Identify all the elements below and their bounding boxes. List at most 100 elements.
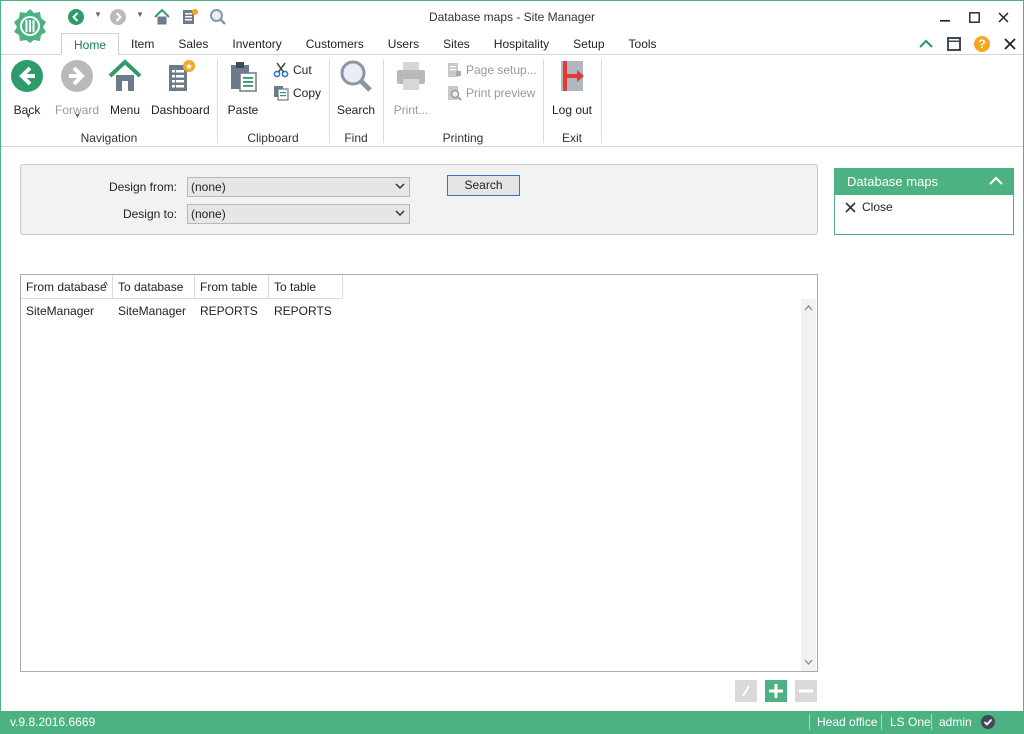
tab-inventory[interactable]: Inventory	[220, 33, 293, 55]
forward-dropdown-icon: ▼	[74, 113, 81, 120]
dashboard-icon: ★	[169, 60, 195, 91]
tab-sales[interactable]: Sales	[166, 33, 220, 55]
copy-button[interactable]: Copy	[273, 83, 321, 103]
page-setup-button: Page setup...	[446, 60, 537, 80]
add-button[interactable]	[765, 680, 787, 702]
paste-label: Paste	[227, 103, 259, 117]
close-icon	[845, 201, 856, 213]
collapse-ribbon-button[interactable]	[916, 34, 936, 54]
group-navigation: Navigation	[80, 131, 138, 145]
status-separator	[881, 714, 882, 730]
pencil-icon	[742, 685, 750, 697]
status-separator	[809, 714, 810, 730]
remove-button	[795, 680, 817, 702]
copy-label: Copy	[293, 86, 322, 100]
scroll-up-icon[interactable]	[804, 305, 813, 311]
group-clipboard: Clipboard	[247, 131, 299, 145]
grid-header: From database ^ To database From table T…	[21, 275, 343, 299]
status-separator	[931, 714, 932, 730]
close-icon	[1004, 38, 1016, 50]
print-preview-button: Print preview	[446, 83, 535, 103]
tab-tools[interactable]: Tools	[617, 33, 669, 55]
restore-layout-button[interactable]	[944, 34, 964, 54]
side-close-label: Close	[862, 200, 893, 214]
design-to-value: (none)	[191, 207, 226, 221]
window-title: Database maps - Site Manager	[428, 10, 596, 24]
side-panel: Database maps Close	[834, 168, 1014, 235]
cut-button[interactable]: Cut	[273, 60, 312, 80]
close-window-button[interactable]	[989, 6, 1017, 28]
design-from-label: Design from:	[108, 180, 177, 194]
magnifier-icon	[340, 60, 372, 92]
sort-ascending-icon: ^	[103, 281, 108, 292]
logout-button[interactable]: Log out	[549, 55, 595, 125]
tab-sites[interactable]: Sites	[431, 33, 482, 55]
logout-icon	[561, 61, 584, 91]
minimize-button[interactable]	[931, 6, 959, 28]
svg-text:★: ★	[185, 63, 193, 73]
tab-setup[interactable]: Setup	[561, 33, 616, 55]
store-name: Head office	[817, 715, 878, 729]
tab-users[interactable]: Users	[376, 33, 431, 55]
maximize-button[interactable]	[960, 6, 988, 28]
cut-label: Cut	[293, 63, 312, 77]
group-printing: Printing	[442, 131, 484, 145]
search-panel: Design from: (none) Design to: (none) Se…	[20, 164, 818, 235]
scroll-down-icon[interactable]	[804, 659, 813, 665]
product-name: LS One	[890, 715, 931, 729]
back-dropdown-icon[interactable]: ▼	[25, 113, 32, 120]
cell-from-database: SiteManager	[26, 304, 95, 318]
connection-check-icon[interactable]	[980, 714, 996, 730]
side-panel-header[interactable]: Database maps	[835, 169, 1013, 195]
close-tab-button[interactable]	[1000, 34, 1020, 54]
design-from-combo[interactable]: (none)	[187, 177, 410, 197]
cell-to-database: SiteManager	[118, 304, 187, 318]
print-button: Print...	[389, 55, 433, 125]
group-separator	[601, 59, 602, 143]
tab-item[interactable]: Item	[119, 33, 166, 55]
database-maps-grid: From database ^ To database From table T…	[20, 274, 818, 672]
chevron-up-icon[interactable]	[989, 176, 1003, 186]
minus-icon	[799, 689, 813, 693]
window-layout-icon	[947, 37, 961, 51]
print-preview-icon	[448, 86, 462, 101]
search-ribbon-label: Search	[336, 103, 376, 117]
tab-customers[interactable]: Customers	[294, 33, 376, 55]
design-to-combo[interactable]: (none)	[187, 204, 410, 224]
dashboard-button[interactable]: ★ Dashboard	[151, 55, 210, 125]
home-icon	[108, 59, 142, 91]
forward-button: Forward ▼	[53, 55, 101, 125]
help-button[interactable]: ?	[972, 34, 992, 54]
design-from-value: (none)	[191, 180, 226, 194]
tab-home[interactable]: Home	[61, 33, 120, 56]
user-name: admin	[939, 715, 972, 729]
col-from-table[interactable]: From table	[195, 275, 269, 299]
paste-icon	[231, 62, 257, 92]
page-setup-icon	[448, 63, 461, 77]
col-to-database[interactable]: To database	[113, 275, 195, 299]
vertical-scrollbar[interactable]	[801, 299, 816, 671]
col-from-table-label: From table	[200, 280, 258, 294]
search-button[interactable]: Search	[447, 175, 520, 196]
side-close-button[interactable]: Close	[845, 200, 893, 214]
col-from-database-label: From database	[26, 280, 107, 294]
back-button[interactable]: Back ▼	[5, 55, 49, 125]
col-to-table[interactable]: To table	[269, 275, 343, 299]
tab-hospitality[interactable]: Hospitality	[482, 33, 561, 55]
menu-label: Menu	[109, 103, 141, 117]
status-bar: v.9.8.2016.6669 Head office LS One admin	[1, 711, 1023, 733]
cell-from-table: REPORTS	[200, 304, 258, 318]
app-window: ▼ ▼ Database maps - Site Manager Home It…	[0, 0, 1024, 734]
col-to-database-label: To database	[118, 280, 184, 294]
col-from-database[interactable]: From database ^	[21, 275, 113, 299]
ribbon: Back ▼ Forward ▼ Menu ★ Dashboard Naviga…	[1, 55, 1023, 147]
chevron-up-icon	[919, 39, 933, 48]
side-panel-title: Database maps	[847, 174, 939, 189]
title-bar: ▼ ▼ Database maps - Site Manager	[1, 1, 1023, 43]
menu-button[interactable]: Menu	[105, 55, 145, 125]
search-ribbon-button[interactable]: Search	[335, 55, 377, 125]
table-row[interactable]: SiteManager SiteManager REPORTS REPORTS	[21, 301, 343, 321]
paste-button[interactable]: Paste	[223, 55, 263, 125]
minimize-icon	[940, 20, 950, 22]
edit-button	[735, 680, 757, 702]
